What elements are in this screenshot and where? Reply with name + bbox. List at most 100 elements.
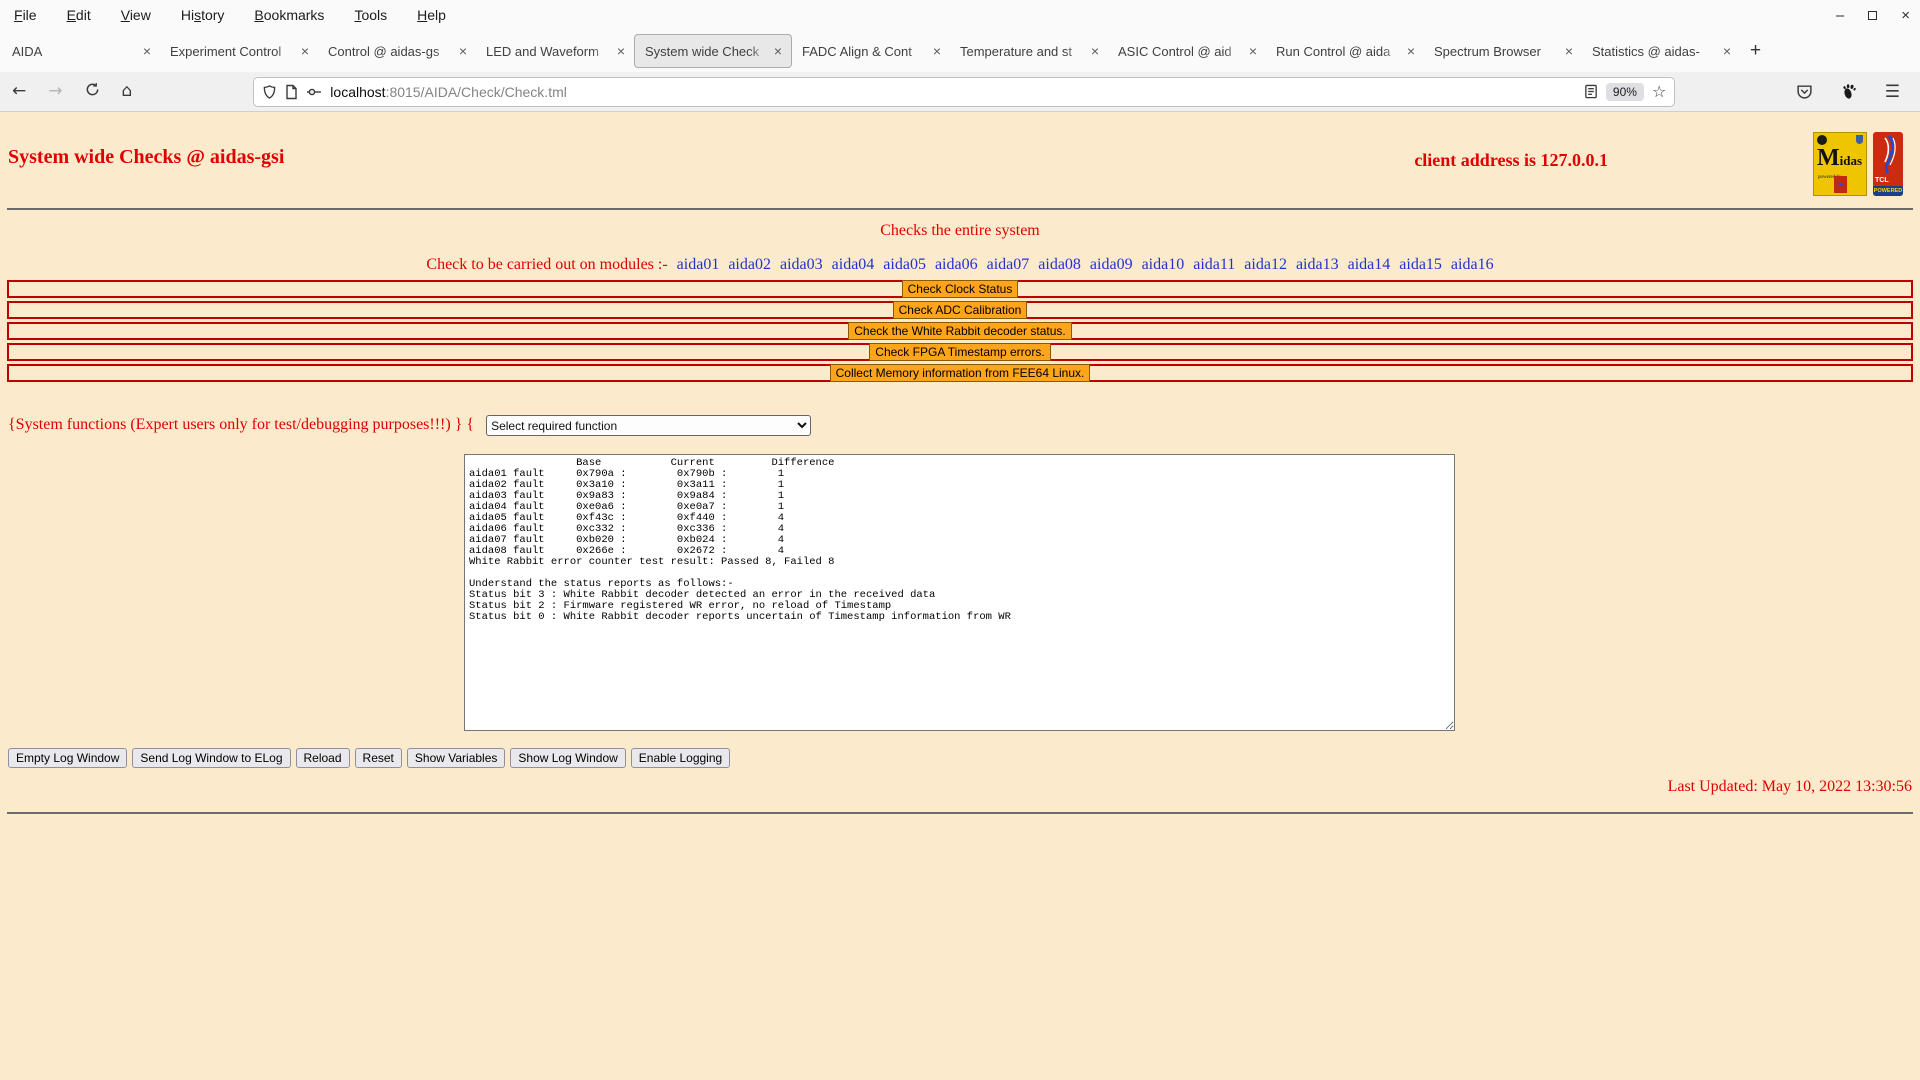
reload-icon[interactable] [85, 82, 100, 101]
check-row: Check FPGA Timestamp errors. [7, 343, 1913, 361]
tab-close-icon[interactable]: × [772, 43, 784, 59]
tab-close-icon[interactable]: × [1405, 43, 1417, 59]
bookmark-star-icon[interactable]: ☆ [1652, 82, 1666, 101]
check-clock-status-button[interactable]: Check Clock Status [902, 280, 1019, 298]
midas-circle-icon [1817, 135, 1827, 145]
tab-close-icon[interactable]: × [1089, 43, 1101, 59]
function-select[interactable]: Select required function [486, 415, 811, 436]
zoom-level-badge[interactable]: 90% [1606, 83, 1644, 101]
module-link-aida14[interactable]: aida14 [1348, 256, 1391, 273]
module-link-aida04[interactable]: aida04 [832, 256, 875, 273]
url-bar[interactable]: localhost:8015/AIDA/Check/Check.tml 90% … [254, 78, 1674, 106]
tab-bar: AIDA× Experiment Control× Control @ aida… [0, 30, 1920, 72]
tab-led-waveform[interactable]: LED and Waveform× [476, 34, 634, 68]
tab-fadc-align[interactable]: FADC Align & Cont× [792, 34, 950, 68]
menu-history[interactable]: History [181, 7, 225, 23]
show-variables-button[interactable]: Show Variables [407, 748, 506, 768]
module-link-aida09[interactable]: aida09 [1090, 256, 1133, 273]
menu-file[interactable]: File [14, 7, 37, 23]
gnome-extension-icon[interactable] [1841, 84, 1857, 100]
check-row: Check Clock Status [7, 280, 1913, 298]
tab-spectrum-browser[interactable]: Spectrum Browser× [1424, 34, 1582, 68]
divider [7, 208, 1913, 210]
shield-icon[interactable] [262, 84, 277, 100]
tab-system-wide-check[interactable]: System wide Check× [634, 34, 792, 68]
module-link-aida06[interactable]: aida06 [935, 256, 978, 273]
tab-close-icon[interactable]: × [1563, 43, 1575, 59]
menu-view[interactable]: View [121, 7, 151, 23]
reset-button[interactable]: Reset [355, 748, 402, 768]
midas-wordmark: Midas [1817, 145, 1865, 172]
maximize-icon[interactable] [1868, 11, 1877, 20]
tab-close-icon[interactable]: × [615, 43, 627, 59]
module-link-aida16[interactable]: aida16 [1451, 256, 1494, 273]
check-adc-calibration-button[interactable]: Check ADC Calibration [893, 301, 1028, 319]
send-log-to-elog-button[interactable]: Send Log Window to ELog [132, 748, 290, 768]
collect-memory-info-button[interactable]: Collect Memory information from FEE64 Li… [830, 364, 1091, 382]
module-link-aida12[interactable]: aida12 [1244, 256, 1287, 273]
check-row: Collect Memory information from FEE64 Li… [7, 364, 1913, 382]
site-settings-icon[interactable] [306, 84, 322, 100]
back-icon[interactable]: ← [12, 83, 26, 100]
check-rows: Check Clock Status Check ADC Calibration… [7, 280, 1913, 385]
pocket-icon[interactable] [1796, 83, 1813, 100]
modules-label: Check to be carried out on modules :- [426, 256, 667, 273]
menu-bookmarks[interactable]: Bookmarks [254, 7, 324, 23]
tab-control[interactable]: Control @ aidas-gs× [318, 34, 476, 68]
check-white-rabbit-button[interactable]: Check the White Rabbit decoder status. [848, 322, 1071, 340]
page-content: System wide Checks @ aidas-gsi client ad… [0, 112, 1920, 1080]
module-link-aida08[interactable]: aida08 [1038, 256, 1081, 273]
tcl-powered-logo[interactable]: TCL POWERED [1873, 132, 1903, 196]
module-link-aida07[interactable]: aida07 [987, 256, 1030, 273]
minimize-icon[interactable]: – [1836, 8, 1844, 23]
tcl-powered-strip: POWERED [1873, 186, 1903, 196]
system-functions-label: {System functions (Expert users only for… [8, 416, 474, 433]
reader-view-icon[interactable] [1584, 84, 1598, 99]
menu-icon[interactable]: ☰ [1885, 82, 1900, 102]
check-fpga-timestamp-button[interactable]: Check FPGA Timestamp errors. [869, 343, 1050, 361]
tab-close-icon[interactable]: × [1721, 43, 1733, 59]
module-link-aida01[interactable]: aida01 [677, 256, 720, 273]
tab-close-icon[interactable]: × [931, 43, 943, 59]
tab-statistics[interactable]: Statistics @ aidas-× [1582, 34, 1740, 68]
tab-run-control[interactable]: Run Control @ aida× [1266, 34, 1424, 68]
module-link-aida05[interactable]: aida05 [883, 256, 926, 273]
tab-close-icon[interactable]: × [299, 43, 311, 59]
module-link-aida13[interactable]: aida13 [1296, 256, 1339, 273]
home-icon[interactable]: ⌂ [122, 83, 133, 100]
modules-line: Check to be carried out on modules :- ai… [0, 256, 1920, 274]
menu-edit[interactable]: Edit [67, 7, 91, 23]
tab-asic-control[interactable]: ASIC Control @ aid× [1108, 34, 1266, 68]
empty-log-window-button[interactable]: Empty Log Window [8, 748, 127, 768]
module-link-aida15[interactable]: aida15 [1399, 256, 1442, 273]
check-row: Check the White Rabbit decoder status. [7, 322, 1913, 340]
reload-button[interactable]: Reload [296, 748, 350, 768]
tab-close-icon[interactable]: × [457, 43, 469, 59]
module-link-aida10[interactable]: aida10 [1142, 256, 1185, 273]
module-link-aida11[interactable]: aida11 [1193, 256, 1235, 273]
menu-help[interactable]: Help [417, 7, 446, 23]
last-updated: Last Updated: May 10, 2022 13:30:56 [1668, 778, 1912, 796]
module-link-aida03[interactable]: aida03 [780, 256, 823, 273]
enable-logging-button[interactable]: Enable Logging [631, 748, 730, 768]
tab-close-icon[interactable]: × [1247, 43, 1259, 59]
module-link-aida02[interactable]: aida02 [728, 256, 771, 273]
tab-experiment-control[interactable]: Experiment Control× [160, 34, 318, 68]
tab-temperature[interactable]: Temperature and st× [950, 34, 1108, 68]
show-log-window-button[interactable]: Show Log Window [510, 748, 625, 768]
log-window[interactable]: Base Current Difference aida01 fault 0x7… [464, 454, 1455, 731]
toolbar-right: ☰ [1796, 82, 1908, 102]
menu-bar: File Edit View History Bookmarks Tools H… [0, 0, 1920, 30]
new-tab-button[interactable]: + [1740, 40, 1771, 62]
page-icon[interactable] [285, 84, 298, 100]
midas-tcl-badge: ⌁ [1834, 176, 1847, 193]
window-controls: – × [1836, 0, 1910, 30]
tab-aida[interactable]: AIDA× [2, 34, 160, 68]
forward-icon[interactable]: → [48, 83, 62, 100]
tab-close-icon[interactable]: × [141, 43, 153, 59]
check-row: Check ADC Calibration [7, 301, 1913, 319]
menu-tools[interactable]: Tools [354, 7, 387, 23]
close-icon[interactable]: × [1901, 8, 1910, 23]
midas-logo[interactable]: Midas powered by ⌁ [1813, 132, 1867, 196]
tcl-feather-icon [1873, 132, 1903, 182]
